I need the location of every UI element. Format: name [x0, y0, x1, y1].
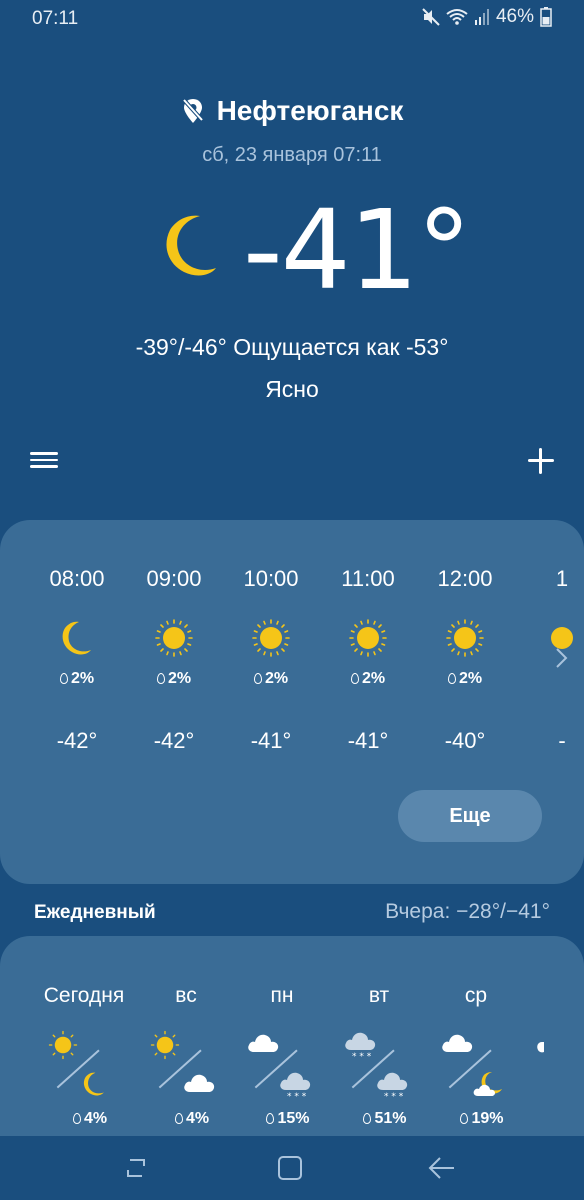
sun-icon [150, 1030, 180, 1060]
raindrop-icon [350, 673, 359, 684]
day-name: Сегодня [43, 984, 125, 1007]
day-name: пн [270, 984, 294, 1007]
snow-cloud-icon: * * * [377, 1072, 408, 1100]
day-name: вт [368, 984, 390, 1007]
partial-weather-icon [537, 1042, 544, 1053]
hour-time: 11:00 [341, 566, 395, 591]
hour-precip: 2% [29, 670, 125, 688]
hour-temp: -41° [347, 728, 389, 753]
hour-time: 08:00 [49, 566, 105, 591]
cloud-icon [248, 1034, 279, 1052]
daily-section-title: Ежедневный [34, 902, 156, 923]
raindrop-icon [460, 1113, 469, 1124]
signal-icon [474, 9, 489, 25]
hi-lo-feels-like: -39°/-46° Ощущается как -53° [135, 334, 449, 360]
raindrop-icon [72, 1113, 81, 1124]
cloud-icon [442, 1034, 473, 1052]
mute-icon [422, 8, 440, 26]
raindrop-icon [253, 673, 262, 684]
raindrop-icon [266, 1113, 275, 1124]
day-precip: 15% [234, 1110, 330, 1128]
hour-time: 1 [555, 566, 569, 591]
hour-temp: -42° [153, 728, 195, 753]
snow-cloud-icon: * * * [280, 1072, 311, 1100]
moon-icon [62, 621, 91, 655]
day-name: ср [464, 984, 488, 1007]
daily-forecast-card[interactable]: Сегодня 4% вс 4% пн * * * 15% вт * * * *… [0, 936, 584, 1136]
location-header[interactable]: Нефтеюганск [0, 95, 584, 127]
snow-cloud-icon: * * * [345, 1032, 376, 1060]
svg-text:* * *: * * * [384, 1092, 404, 1100]
city-name: Нефтеюганск [216, 95, 404, 126]
current-weather: -41° [0, 186, 584, 320]
raindrop-icon [156, 673, 165, 684]
hour-time: 10:00 [243, 566, 299, 591]
status-bar: 07:11 46% [0, 0, 584, 38]
battery-icon [540, 7, 552, 27]
hour-temp: -42° [56, 728, 98, 753]
location-off-icon [182, 98, 204, 123]
add-location-button[interactable] [526, 446, 556, 476]
moon-icon [166, 215, 216, 276]
home-icon[interactable] [274, 1152, 306, 1184]
menu-icon [30, 452, 58, 455]
day-precip: 4% [138, 1110, 234, 1128]
hour-precip: 2% [320, 670, 416, 688]
hour-temp: -40° [444, 728, 486, 753]
date-time: сб, 23 января 07:11 [202, 144, 382, 166]
hour-precip: 2% [223, 670, 319, 688]
day-precip: 51% [331, 1110, 427, 1128]
moon-icon [83, 1072, 104, 1096]
more-button[interactable]: Еще [398, 790, 542, 842]
hour-time: 12:00 [437, 566, 493, 591]
sun-icon [349, 619, 387, 657]
sun-icon [48, 1030, 78, 1060]
hour-temp: - [558, 728, 566, 753]
raindrop-icon [447, 673, 456, 684]
hourly-forecast-card[interactable]: 08:00 2% -42° 09:00 2% -42° 10:00 2% -41… [0, 520, 584, 884]
wifi-icon [446, 9, 468, 25]
moon-cloud-icon [473, 1072, 502, 1096]
status-icons: 46% [422, 6, 552, 28]
back-icon[interactable] [426, 1152, 458, 1184]
sun-icon [446, 619, 484, 657]
battery-percent: 46% [495, 6, 534, 27]
current-temp: -41° [243, 186, 472, 314]
day-name: вс [175, 984, 197, 1007]
raindrop-icon [363, 1113, 372, 1124]
system-nav-bar [0, 1136, 584, 1200]
svg-text:* * *: * * * [352, 1052, 372, 1060]
current-condition: Ясно [265, 376, 319, 402]
sun-icon [252, 619, 290, 657]
svg-text:* * *: * * * [287, 1092, 307, 1100]
status-time: 07:11 [32, 8, 79, 29]
sun-icon [155, 619, 193, 657]
raindrop-icon [174, 1113, 183, 1124]
cloud-icon [184, 1074, 215, 1092]
hour-temp: -41° [250, 728, 292, 753]
menu-button[interactable] [30, 448, 58, 476]
raindrop-icon [59, 673, 68, 684]
hour-precip: 2% [126, 670, 222, 688]
day-precip: 19% [428, 1110, 524, 1128]
hour-precip: 2% [417, 670, 513, 688]
recents-icon[interactable] [120, 1152, 152, 1184]
hour-time: 09:00 [146, 566, 202, 591]
chevron-right-icon[interactable] [554, 646, 570, 670]
yesterday-temps: Вчера: −28°/−41° [385, 900, 550, 923]
day-precip: 4% [36, 1110, 132, 1128]
